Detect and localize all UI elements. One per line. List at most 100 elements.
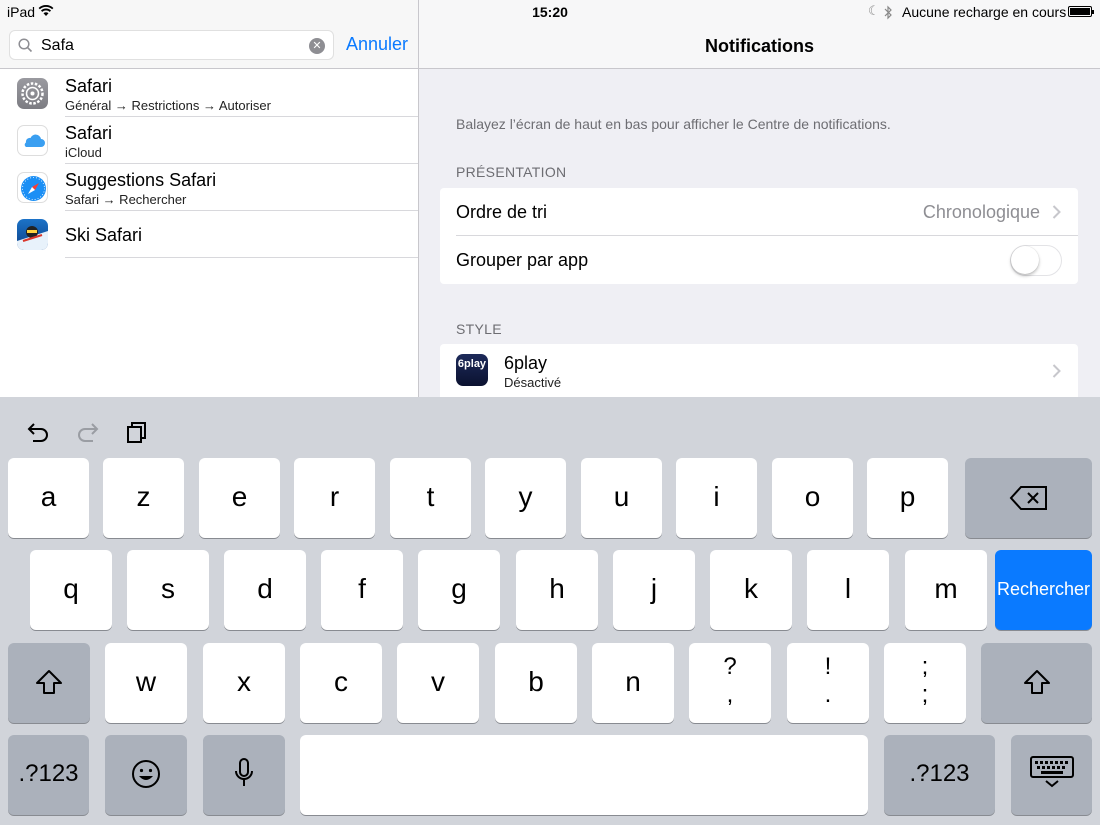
nav-bar: Notifications <box>419 24 1100 69</box>
key-v[interactable]: v <box>397 643 479 723</box>
key-e[interactable]: e <box>199 458 280 538</box>
key-semicolon[interactable]: ; ; <box>884 643 966 723</box>
page-title: Notifications <box>704 36 814 56</box>
key-d[interactable]: d <box>224 550 306 630</box>
sort-order-value: Chronologique <box>922 202 1040 222</box>
key-i[interactable]: i <box>676 458 757 538</box>
key-c[interactable]: c <box>300 643 382 723</box>
shift-key-right[interactable] <box>981 643 1092 723</box>
key-b[interactable]: b <box>495 643 577 723</box>
key-l[interactable]: l <box>807 550 889 630</box>
result-title: Safari <box>65 76 113 96</box>
key-primary: ; <box>921 653 929 680</box>
chevron-right-icon <box>1052 364 1061 378</box>
app-row-6play[interactable]: 6play 6play Désactivé <box>440 344 1078 397</box>
app-name: 6play <box>504 353 548 373</box>
key-g[interactable]: g <box>418 550 500 630</box>
space-bar[interactable] <box>300 735 868 815</box>
key-secondary: . <box>824 681 832 708</box>
emoji-key[interactable] <box>105 735 187 815</box>
shift-icon <box>1023 670 1050 694</box>
sort-order-row[interactable]: Ordre de tri Chronologique <box>440 188 1078 236</box>
backspace-icon <box>1009 486 1047 510</box>
key-q[interactable]: q <box>30 550 112 630</box>
search-result-item[interactable]: Safari Général → Restrictions → Autorise… <box>0 70 418 117</box>
search-bar: Safa ✕ Annuler <box>0 24 418 69</box>
moon-icon: ☾ <box>868 3 880 18</box>
shift-key-left[interactable] <box>8 643 90 723</box>
key-p[interactable]: p <box>867 458 948 538</box>
key-o[interactable]: o <box>772 458 853 538</box>
paste-icon[interactable] <box>124 419 150 445</box>
section-header-presentation: PRÉSENTATION <box>456 164 567 180</box>
search-result-item[interactable]: Ski Safari <box>0 211 418 258</box>
battery-icon <box>1068 6 1094 17</box>
key-k[interactable]: k <box>710 550 792 630</box>
on-screen-keyboard: a z e r t y u i o p q s d f g h j k l m … <box>0 397 1100 825</box>
search-icon <box>18 38 33 53</box>
key-x[interactable]: x <box>203 643 285 723</box>
search-query: Safa <box>41 37 74 54</box>
key-question-comma[interactable]: ? , <box>689 643 771 723</box>
result-title: Safari <box>65 123 113 143</box>
undo-icon[interactable] <box>25 419 51 445</box>
key-secondary: ; <box>921 681 929 708</box>
numbers-key-left[interactable]: .?123 <box>8 735 89 815</box>
hint-text: Balayez l’écran de haut en bas pour affi… <box>456 116 891 132</box>
group-by-app-label: Grouper par app <box>456 250 589 270</box>
redo-icon[interactable] <box>75 419 101 445</box>
presentation-group: Ordre de tri Chronologique Grouper par a… <box>440 188 1078 284</box>
search-results: Safari Général → Restrictions → Autorise… <box>0 70 418 258</box>
search-result-item[interactable]: Safari iCloud <box>0 117 418 164</box>
status-bar: iPad 15:20 ☾ Aucune recharge en cours <box>0 0 1100 24</box>
key-f[interactable]: f <box>321 550 403 630</box>
numbers-key-right[interactable]: .?123 <box>884 735 995 815</box>
sort-order-label: Ordre de tri <box>456 202 548 222</box>
search-pane: Safa ✕ Annuler Safari Général → Restrict… <box>0 24 418 397</box>
key-s[interactable]: s <box>127 550 209 630</box>
key-r[interactable]: r <box>294 458 375 538</box>
search-result-item[interactable]: Suggestions Safari Safari → Rechercher <box>0 164 418 211</box>
app-status: Désactivé <box>504 375 562 390</box>
toggle-knob <box>1011 246 1039 274</box>
result-subtitle: Général → Restrictions → Autoriser <box>65 98 271 113</box>
key-h[interactable]: h <box>516 550 598 630</box>
key-a[interactable]: a <box>8 458 89 538</box>
search-key[interactable]: Rechercher <box>995 550 1092 630</box>
key-primary: ? <box>723 653 737 680</box>
cancel-button[interactable]: Annuler <box>346 34 408 55</box>
key-j[interactable]: j <box>613 550 695 630</box>
search-input[interactable]: Safa ✕ <box>9 30 334 60</box>
key-u[interactable]: u <box>581 458 662 538</box>
dictation-key[interactable] <box>203 735 285 815</box>
group-by-app-row: Grouper par app <box>440 236 1078 284</box>
key-exclaim-period[interactable]: ! . <box>787 643 869 723</box>
emoji-icon <box>132 760 160 788</box>
key-z[interactable]: z <box>103 458 184 538</box>
group-by-app-toggle[interactable] <box>1010 245 1062 276</box>
microphone-icon <box>235 758 253 786</box>
6play-app-icon: 6play <box>456 354 488 386</box>
keyboard-dismiss-icon <box>1029 756 1074 788</box>
result-subtitle: Safari → Rechercher <box>65 192 187 207</box>
key-y[interactable]: y <box>485 458 566 538</box>
key-m[interactable]: m <box>905 550 987 630</box>
safari-compass-icon <box>17 172 48 203</box>
settings-pane: Notifications Balayez l’écran de haut en… <box>419 24 1100 397</box>
backspace-key[interactable] <box>965 458 1092 538</box>
key-n[interactable]: n <box>592 643 674 723</box>
bluetooth-icon <box>884 5 892 20</box>
key-t[interactable]: t <box>390 458 471 538</box>
icloud-icon <box>17 125 48 156</box>
key-primary: ! <box>824 653 832 680</box>
settings-gear-icon <box>17 78 48 109</box>
chevron-right-icon <box>1052 205 1061 219</box>
style-group: 6play 6play Désactivé <box>440 344 1078 397</box>
section-header-style: STYLE <box>456 321 502 337</box>
clear-search-icon[interactable]: ✕ <box>309 38 325 54</box>
ski-safari-app-icon <box>17 219 48 250</box>
hide-keyboard-key[interactable] <box>1011 735 1092 815</box>
charging-status: Aucune recharge en cours <box>902 4 1067 20</box>
divider <box>65 257 418 258</box>
key-w[interactable]: w <box>105 643 187 723</box>
